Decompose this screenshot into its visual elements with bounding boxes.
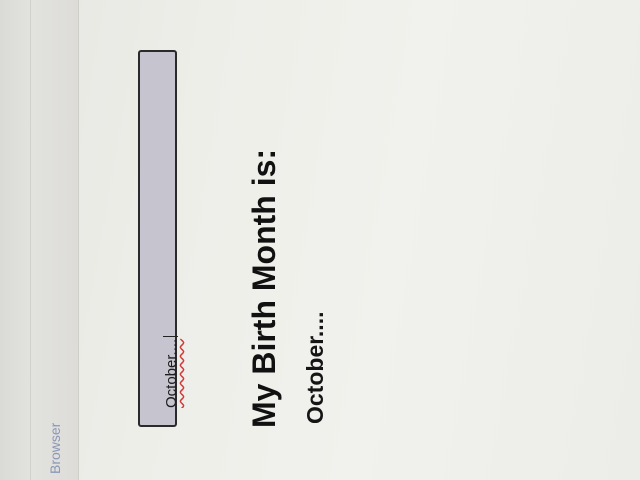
birth-month-output: October.... bbox=[302, 311, 328, 424]
browser-sidebar bbox=[0, 0, 79, 480]
text-caret bbox=[163, 335, 178, 337]
birth-month-input-value[interactable]: October.... bbox=[163, 335, 180, 408]
birth-month-heading: My Birth Month is: bbox=[246, 148, 282, 428]
sidebar-divider bbox=[30, 0, 31, 480]
browser-label: Browser bbox=[47, 422, 63, 474]
